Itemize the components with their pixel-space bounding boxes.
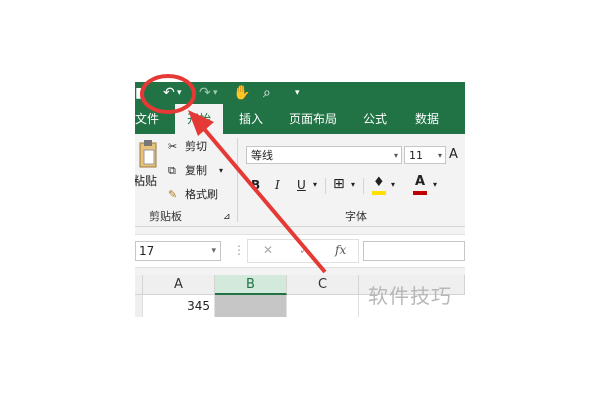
annotation-arrow-head: [188, 110, 214, 136]
annotation-overlay: [140, 74, 327, 274]
annotation-arrow-line: [198, 122, 327, 274]
watermark-text: 软件技巧: [368, 284, 452, 308]
undo-highlight-circle: [140, 74, 196, 114]
